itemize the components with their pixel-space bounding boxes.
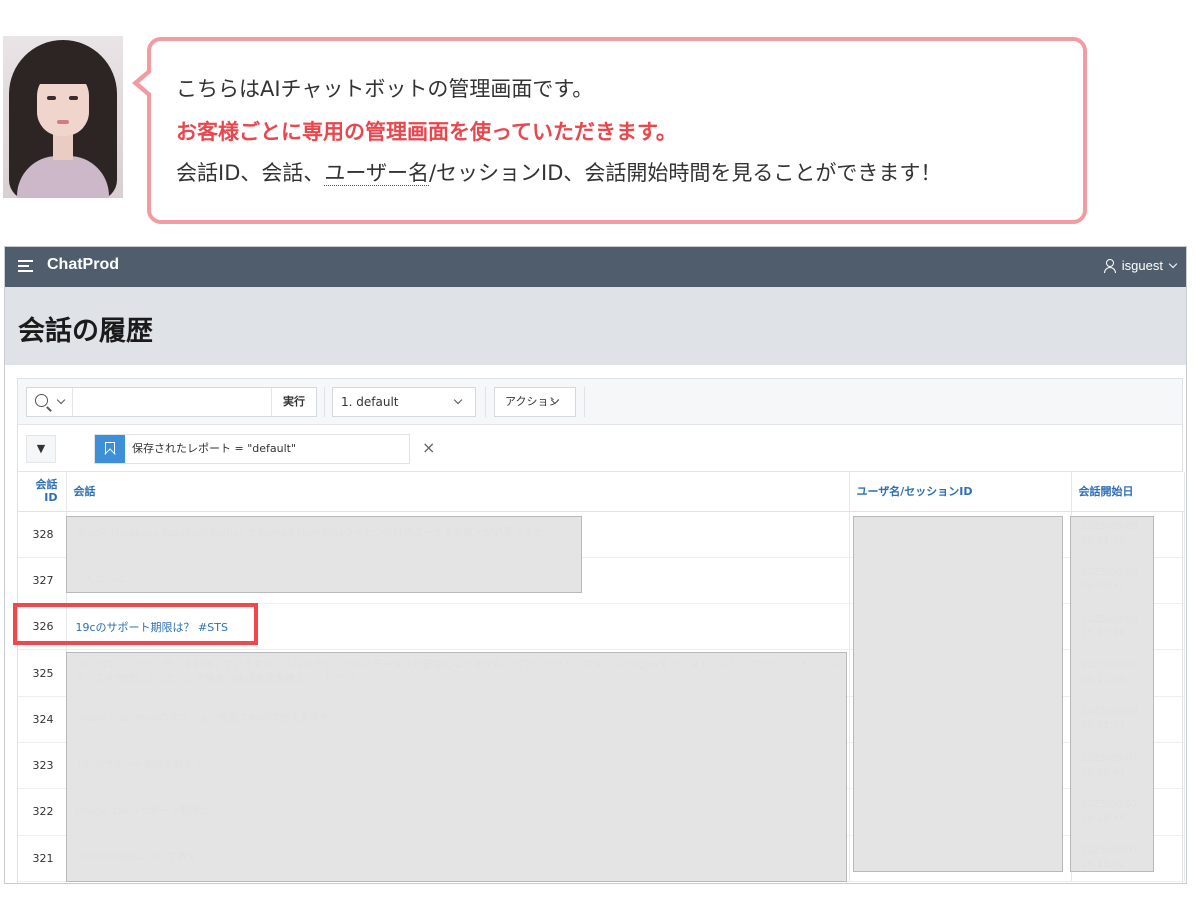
filter-label: 保存されたレポート = "default" — [132, 442, 297, 455]
username-term: ユーザー名 — [324, 161, 429, 186]
report-settings-row: ▼ 保存されたレポート = "default" × — [18, 425, 1182, 472]
redaction-mask — [66, 516, 582, 593]
cell-id: 322 — [18, 788, 67, 836]
page-title: 会話の履歴 — [18, 316, 153, 347]
user-icon — [1103, 258, 1117, 273]
bubble-line-1: こちらはAIチャットボットの管理画面です。 — [176, 77, 594, 101]
column-header-id[interactable]: 会話 ID — [18, 472, 67, 512]
user-name: isguest — [1121, 258, 1163, 273]
saved-report-select[interactable]: 1. default — [332, 387, 476, 417]
presenter-avatar — [3, 36, 123, 198]
app-title[interactable]: ChatProd — [47, 256, 119, 274]
collapse-toggle-button[interactable]: ▼ — [26, 435, 56, 463]
cell-id: 321 — [18, 835, 67, 882]
cell-id: 328 — [18, 511, 67, 558]
cell-id: 323 — [18, 742, 67, 790]
report-toolbar: 実行 1. default アクション — [18, 379, 1182, 425]
user-menu[interactable]: isguest — [1103, 258, 1178, 273]
search-box: 実行 — [26, 387, 317, 417]
chevron-down-icon — [1168, 259, 1178, 271]
bookmark-icon — [95, 435, 125, 463]
cell-id: 327 — [18, 557, 67, 605]
go-button[interactable]: 実行 — [271, 388, 316, 416]
search-icon — [35, 394, 48, 407]
chevron-down-icon — [56, 395, 66, 405]
column-header-user-session[interactable]: ユーザ名/セッションID — [849, 472, 1072, 512]
column-header-conversation[interactable]: 会話 — [66, 472, 850, 512]
redaction-mask — [1070, 516, 1154, 872]
cell-id: 324 — [18, 696, 67, 743]
cell-id: 325 — [18, 649, 67, 697]
top-navigation-bar: ChatProd isguest — [5, 247, 1186, 287]
page-title-region: 会話の履歴 — [5, 287, 1186, 365]
highlight-box — [13, 603, 258, 645]
saved-report-filter[interactable]: 保存されたレポート = "default" — [94, 434, 410, 464]
search-input[interactable] — [74, 388, 270, 416]
redaction-mask — [66, 652, 847, 882]
actions-menu-button[interactable]: アクション — [494, 387, 576, 417]
column-header-start-date[interactable]: 会話開始日 — [1071, 472, 1185, 512]
hamburger-menu-icon[interactable] — [18, 260, 33, 272]
chevron-down-icon — [453, 395, 463, 405]
remove-filter-icon[interactable]: × — [422, 440, 435, 456]
search-column-selector[interactable] — [27, 388, 73, 416]
redaction-mask — [853, 516, 1063, 872]
table-header-row: 会話 ID 会話 ユーザ名/セッションID 会話開始日 — [18, 472, 1185, 512]
bubble-line-2-emphasis: お客様ごとに専用の管理画面を使っていただきます。 — [176, 120, 677, 144]
bubble-line-3: 会話ID、会話、ユーザー名/セッションID、会話開始時間を見ることができます！ — [176, 161, 942, 186]
